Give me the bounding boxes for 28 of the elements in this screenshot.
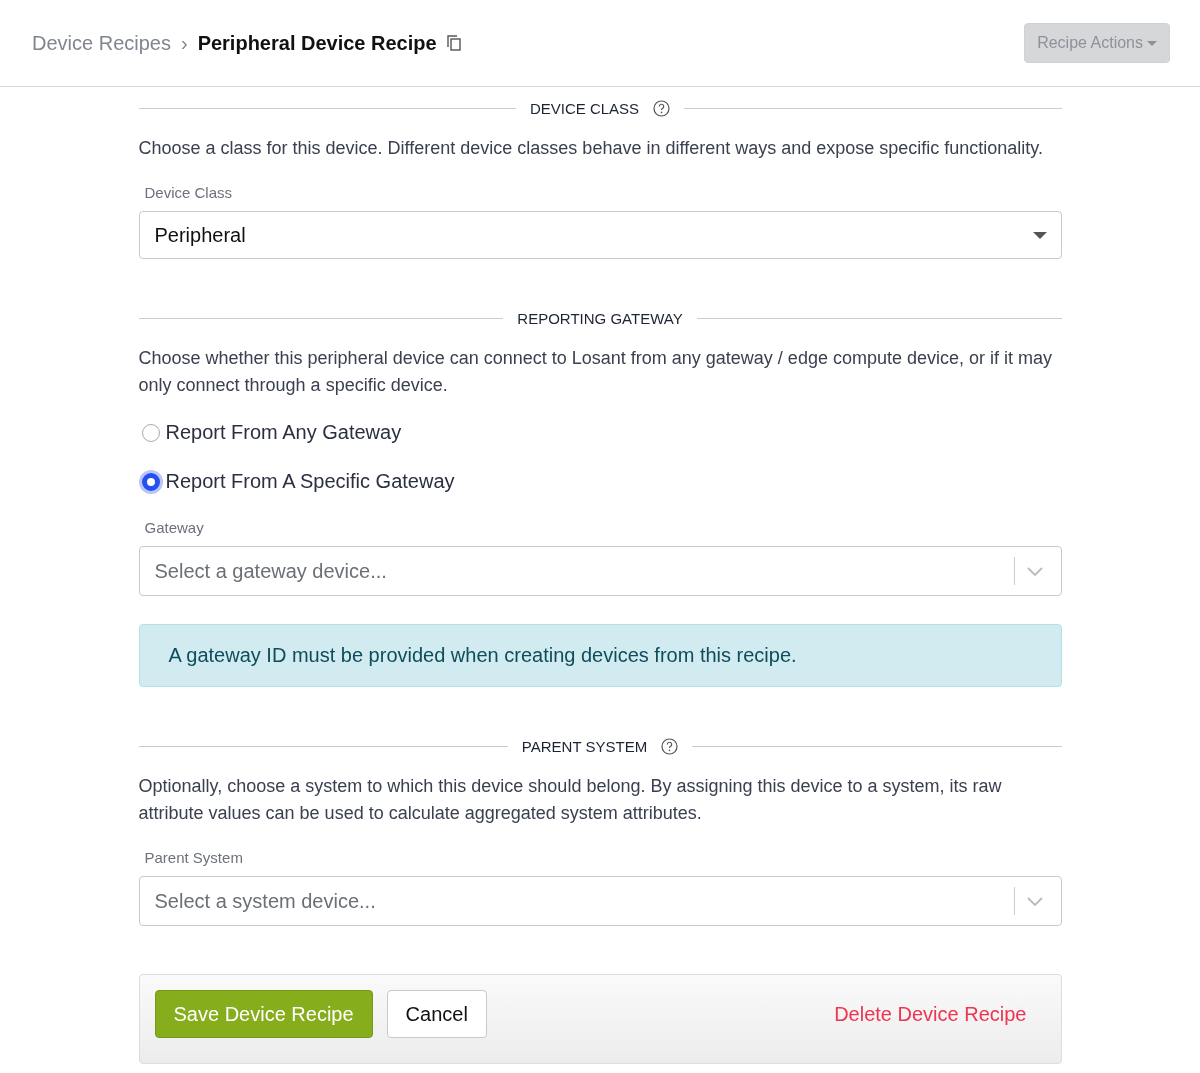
caret-icon [1147, 40, 1157, 46]
field-label: Device Class [144, 184, 234, 201]
select-field[interactable]: Peripheral [138, 211, 1062, 259]
radio-label[interactable]: Report From A Specific Gateway [165, 470, 455, 493]
page-title: Peripheral Device Recipe [197, 31, 437, 55]
save-button[interactable]: Save Device Recipe [154, 990, 373, 1038]
caret-icon [1032, 231, 1047, 239]
select-field[interactable]: Select a gateway device... [138, 546, 1062, 596]
chevron-icon [1026, 566, 1043, 576]
section-description: Optionally, choose a system to which this device should belong. By assigning this device to a system, its raw attribute values can be used to calculate aggregated system attributes. [138, 775, 1003, 825]
section-heading: PARENT SYSTEM [521, 737, 648, 755]
breadcrumb-separator: › [180, 31, 188, 55]
delete-link[interactable]: Delete Device Recipe [834, 990, 1027, 1038]
copy-icon [446, 35, 461, 51]
section-description: Choose a class for this device. Different device classes behave in different ways and expose specific functionality. [138, 137, 1044, 160]
radio-button[interactable] [141, 472, 160, 491]
select-field[interactable]: Select a system device... [138, 876, 1062, 926]
section-heading: DEVICE CLASS [529, 99, 640, 117]
chevron-icon [1026, 896, 1043, 906]
section-description: Choose whether this peripheral device can connect to Losant from any gateway / edge compute device, or if it may only connect through a specific device. [138, 347, 1053, 397]
cancel-button[interactable]: Cancel [386, 990, 487, 1038]
field-label: Gateway [144, 519, 205, 536]
radio-label[interactable]: Report From Any Gateway [165, 421, 402, 444]
breadcrumb-link[interactable]: Device Recipes [32, 31, 171, 55]
info-alert: A gateway ID must be provided when creating devices from this recipe. [138, 624, 1062, 687]
radio-button[interactable] [141, 423, 160, 442]
field-label: Parent System [144, 849, 244, 866]
section-heading: REPORTING GATEWAY [517, 309, 683, 327]
